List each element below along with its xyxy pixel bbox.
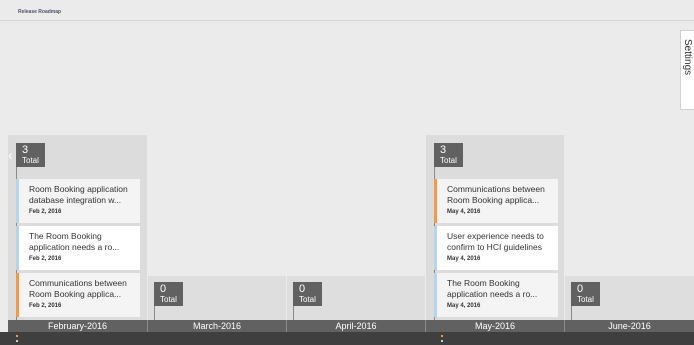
count-label: Total [299,295,316,304]
month-column-may: 3 Total Communications between Room Book… [426,135,564,320]
count-badge-apr[interactable]: 0 Total [293,282,322,306]
card-date: Feb 2, 2016 [29,303,62,309]
card-title: Room Booking application database integr… [29,184,128,205]
count-badge-jun[interactable]: 0 Total [571,282,600,306]
card-date: May 4, 2016 [447,256,481,262]
work-item-card[interactable]: The Room Booking application needs a ro.… [16,226,140,270]
month-label-jun[interactable]: June-2016 [565,320,694,332]
release-marker-icon [16,340,18,342]
work-item-card[interactable]: The Room Booking application needs a ro.… [434,273,558,317]
work-item-card[interactable]: Communications between Room Booking appl… [16,273,140,317]
card-title: User experience needs to confirm to HCI … [447,231,544,252]
settings-tab-label: Settings [682,39,693,76]
month-column-jun: 0 Total [565,276,694,320]
card-date: May 4, 2016 [447,303,481,309]
count-label: Total [160,295,177,304]
count-label: Total [577,295,594,304]
count-value: 0 [299,283,306,295]
count-value: 3 [440,144,447,156]
count-value: 0 [577,283,584,295]
month-axis: February-2016 March-2016 April-2016 May-… [8,320,694,332]
count-label: Total [22,156,39,165]
month-label-feb[interactable]: February-2016 [8,320,148,332]
count-badge-may[interactable]: 3 Total [434,143,463,167]
count-badge-feb[interactable]: 3 Total [16,143,45,167]
release-marker-icon [441,335,443,337]
card-title: Communications between Room Booking appl… [447,184,545,205]
month-label-may[interactable]: May-2016 [426,320,565,332]
work-item-card[interactable]: Communications between Room Booking appl… [434,179,558,223]
month-label-mar[interactable]: March-2016 [148,320,287,332]
count-value: 0 [160,283,167,295]
month-column-apr: 0 Total [287,276,425,320]
card-date: Feb 2, 2016 [29,256,62,262]
title-bar: Release Roadmap [0,0,694,21]
timeline-scrollbar[interactable] [0,332,694,345]
chevron-left-icon[interactable]: ‹ [8,147,17,165]
card-title: The Room Booking application needs a ro.… [29,231,120,252]
card-title: The Room Booking application needs a ro.… [447,278,538,299]
page-title: Release Roadmap [18,9,62,15]
card-date: Feb 2, 2016 [29,209,62,215]
month-column-feb: 3 Total Room Booking application databas… [8,135,147,320]
count-label: Total [440,156,457,165]
card-title: Communications between Room Booking appl… [29,278,127,299]
month-column-mar: 0 Total [148,276,286,320]
count-badge-mar[interactable]: 0 Total [154,282,183,306]
release-marker-icon [16,335,18,337]
card-date: May 4, 2016 [447,209,481,215]
month-label-apr[interactable]: April-2016 [287,320,426,332]
count-value: 3 [22,144,29,156]
work-item-card[interactable]: User experience needs to confirm to HCI … [434,226,558,270]
release-marker-icon [441,340,443,342]
work-item-card[interactable]: Room Booking application database integr… [16,179,140,223]
settings-tab[interactable]: Settings [680,30,694,110]
